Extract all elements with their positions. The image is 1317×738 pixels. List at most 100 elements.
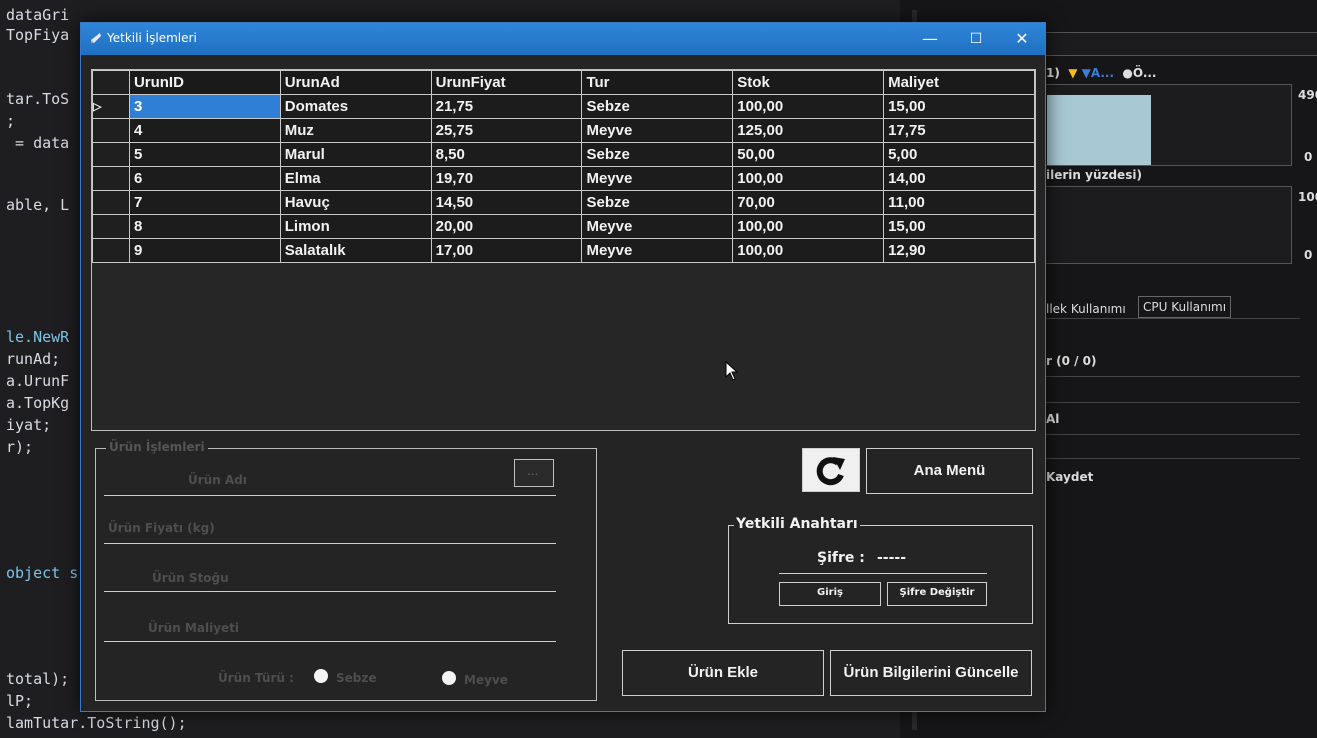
table-cell[interactable]: Muz: [279, 118, 432, 143]
chart-legend: 1) ▼ ▼A... ●Ö...: [1046, 66, 1157, 80]
close-button[interactable]: ✕: [999, 23, 1045, 55]
change-password-button[interactable]: Şifre Değiştir: [887, 582, 987, 606]
table-cell[interactable]: Salatalık: [279, 238, 432, 263]
table-cell[interactable]: 100,00: [732, 166, 885, 191]
table-cell[interactable]: 50,00: [732, 142, 885, 167]
table-row[interactable]: ▷ 3 Domates 21,75 Sebze 100,00 15,00: [92, 94, 1035, 119]
table-cell[interactable]: Sebze: [581, 142, 734, 167]
table-cell[interactable]: 100,00: [732, 214, 885, 239]
maximize-button[interactable]: ☐: [953, 23, 999, 55]
current-row-indicator[interactable]: ▷: [92, 94, 130, 119]
table-cell[interactable]: 17,00: [430, 238, 583, 263]
table-cell[interactable]: 6: [128, 166, 281, 191]
password-input[interactable]: -----: [877, 550, 906, 566]
row-header[interactable]: [92, 166, 130, 191]
table-cell[interactable]: 70,00: [732, 190, 885, 215]
table-cell[interactable]: Meyve: [581, 166, 734, 191]
refresh-button[interactable]: [802, 448, 860, 492]
table-cell[interactable]: Marul: [279, 142, 432, 167]
table-cell[interactable]: 19,70: [430, 166, 583, 191]
table-cell[interactable]: 14,50: [430, 190, 583, 215]
cpu-chart: [1040, 186, 1292, 264]
table-row[interactable]: 9 Salatalık 17,00 Meyve 100,00 12,90: [92, 238, 1035, 263]
table-cell[interactable]: 15,00: [883, 94, 1035, 119]
radio-meyve-label: Meyve: [464, 673, 508, 687]
column-header-urunfiyat[interactable]: UrunFiyat: [430, 70, 583, 95]
column-header-maliyet[interactable]: Maliyet: [883, 70, 1035, 95]
table-cell[interactable]: Sebze: [581, 94, 734, 119]
table-cell[interactable]: 21,75: [430, 94, 583, 119]
table-row[interactable]: 6 Elma 19,70 Meyve 100,00 14,00: [92, 166, 1035, 191]
table-cell[interactable]: Limon: [279, 214, 432, 239]
table-row[interactable]: 4 Muz 25,75 Meyve 125,00 17,75: [92, 118, 1035, 143]
table-cell[interactable]: Meyve: [581, 118, 734, 143]
table-cell[interactable]: 14,00: [883, 166, 1035, 191]
table-row[interactable]: 7 Havuç 14,50 Sebze 70,00 11,00: [92, 190, 1035, 215]
row-header[interactable]: [92, 118, 130, 143]
title-bar[interactable]: Yetkili İşlemleri — ☐ ✕: [81, 23, 1045, 55]
table-cell[interactable]: Meyve: [581, 238, 734, 263]
password-label: Şifre :: [817, 550, 865, 566]
main-menu-button[interactable]: Ana Menü: [866, 448, 1033, 494]
row-header[interactable]: [92, 142, 130, 167]
row-header[interactable]: [92, 190, 130, 215]
product-cost-input[interactable]: [104, 641, 556, 642]
table-cell[interactable]: Havuç: [279, 190, 432, 215]
table-cell[interactable]: 7: [128, 190, 281, 215]
table-cell[interactable]: 5,00: [883, 142, 1035, 167]
column-header-urunid[interactable]: UrunID: [128, 70, 281, 95]
product-name-input[interactable]: [104, 495, 556, 496]
radio-sebze[interactable]: [314, 669, 328, 683]
table-row[interactable]: 5 Marul 8,50 Sebze 50,00 5,00: [92, 142, 1035, 167]
table-cell[interactable]: 25,75: [430, 118, 583, 143]
table-cell[interactable]: Domates: [279, 94, 432, 119]
update-product-button[interactable]: Ürün Bilgilerini Güncelle: [830, 650, 1032, 696]
browse-button-label: ...: [527, 464, 539, 478]
events-item[interactable]: r (0 / 0): [1046, 354, 1097, 368]
table-cell[interactable]: 100,00: [732, 238, 885, 263]
table-cell[interactable]: 5: [128, 142, 281, 167]
memory-chart: [1040, 84, 1292, 166]
login-button[interactable]: Giriş: [779, 582, 881, 606]
product-price-input[interactable]: [104, 543, 556, 544]
minimize-button[interactable]: —: [907, 23, 953, 55]
table-cell[interactable]: 3: [128, 94, 281, 119]
table-cell[interactable]: Sebze: [581, 190, 734, 215]
separator: [1040, 376, 1300, 377]
snapshot-item[interactable]: Al: [1046, 412, 1059, 426]
product-cost-label: Ürün Maliyeti: [148, 621, 240, 635]
product-stock-input[interactable]: [104, 591, 556, 592]
row-header[interactable]: [92, 238, 130, 263]
save-item[interactable]: Kaydet: [1046, 470, 1093, 484]
axis-label: 0: [1304, 248, 1313, 262]
product-data-grid[interactable]: UrunID UrunAd UrunFiyat Tur Stok Maliyet…: [91, 69, 1036, 431]
add-product-button[interactable]: Ürün Ekle: [622, 650, 824, 696]
row-header[interactable]: [92, 214, 130, 239]
column-header-stok[interactable]: Stok: [732, 70, 885, 95]
table-cell[interactable]: Elma: [279, 166, 432, 191]
table-cell[interactable]: 4: [128, 118, 281, 143]
table-cell[interactable]: 100,00: [732, 94, 885, 119]
row-header-corner: [92, 70, 130, 95]
table-cell[interactable]: 20,00: [430, 214, 583, 239]
column-header-tur[interactable]: Tur: [581, 70, 734, 95]
table-cell[interactable]: 11,00: [883, 190, 1035, 215]
table-cell[interactable]: 8,50: [430, 142, 583, 167]
table-cell[interactable]: 12,90: [883, 238, 1035, 263]
table-cell[interactable]: 8: [128, 214, 281, 239]
tab-cpu[interactable]: CPU Kullanımı: [1138, 296, 1232, 318]
table-cell[interactable]: Meyve: [581, 214, 734, 239]
tab-memory[interactable]: llek Kullanımı: [1046, 302, 1126, 316]
separator: [1040, 434, 1300, 435]
table-cell[interactable]: 9: [128, 238, 281, 263]
radio-meyve[interactable]: [442, 671, 456, 685]
table-cell[interactable]: 125,00: [732, 118, 885, 143]
table-cell[interactable]: 17,75: [883, 118, 1035, 143]
table-cell[interactable]: 15,00: [883, 214, 1035, 239]
browse-button[interactable]: ...: [514, 459, 554, 487]
table-row[interactable]: 8 Limon 20,00 Meyve 100,00 15,00: [92, 214, 1035, 239]
authorization-group: Yetkili Anahtarı Şifre : ----- Giriş Şif…: [728, 516, 1033, 624]
axis-label: 490: [1298, 88, 1317, 102]
code-line: able, L: [6, 196, 70, 214]
column-header-urunad[interactable]: UrunAd: [279, 70, 432, 95]
